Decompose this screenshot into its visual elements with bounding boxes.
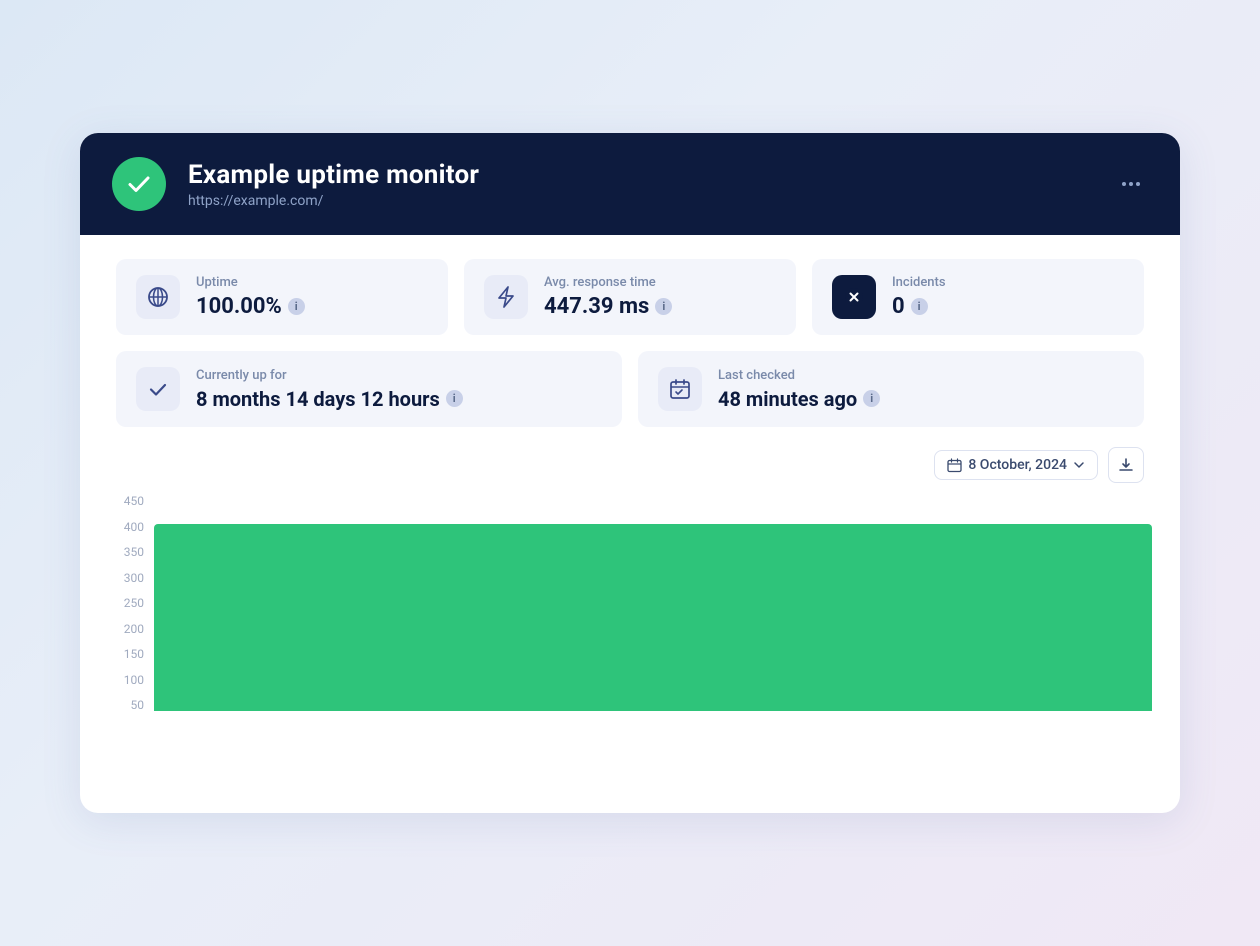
last-checked-label: Last checked bbox=[718, 368, 880, 383]
download-icon bbox=[1118, 457, 1134, 473]
response-card: Avg. response time 447.39 ms i bbox=[464, 259, 796, 335]
y-label-300: 300 bbox=[124, 572, 144, 584]
x-circle-icon bbox=[843, 286, 865, 308]
last-checked-card: Last checked 48 minutes ago i bbox=[638, 351, 1144, 427]
y-label-150: 150 bbox=[124, 648, 144, 660]
calendar-icon bbox=[669, 378, 691, 400]
response-value-row: 447.39 ms i bbox=[544, 294, 672, 319]
incidents-value: 0 bbox=[892, 294, 905, 319]
date-selector-button[interactable]: 8 October, 2024 bbox=[934, 450, 1098, 480]
uptime-info-icon[interactable]: i bbox=[288, 298, 305, 315]
status-check-icon bbox=[112, 157, 166, 211]
incidents-info-icon[interactable]: i bbox=[911, 298, 928, 315]
xcircle-icon-wrap bbox=[832, 275, 876, 319]
monitor-title: Example uptime monitor bbox=[188, 160, 1114, 190]
y-label-200: 200 bbox=[124, 623, 144, 635]
y-label-50: 50 bbox=[131, 699, 145, 711]
response-info: Avg. response time 447.39 ms i bbox=[544, 275, 672, 319]
last-checked-info-icon[interactable]: i bbox=[863, 390, 880, 407]
status-row: Currently up for 8 months 14 days 12 hou… bbox=[80, 335, 1180, 427]
globe-icon-wrap bbox=[136, 275, 180, 319]
bolt-icon bbox=[495, 285, 517, 309]
incidents-card: Incidents 0 i bbox=[812, 259, 1144, 335]
calendar-small-icon bbox=[947, 458, 962, 473]
y-label-350: 350 bbox=[124, 546, 144, 558]
uptime-value-row: 100.00% i bbox=[196, 294, 305, 319]
uptime-value: 100.00% bbox=[196, 294, 282, 319]
y-label-400: 400 bbox=[124, 521, 144, 533]
globe-icon bbox=[146, 285, 170, 309]
chart-area: 450 400 350 300 250 200 150 100 50 bbox=[80, 491, 1180, 735]
bolt-icon-wrap bbox=[484, 275, 528, 319]
uptime-duration-label: Currently up for bbox=[196, 368, 463, 383]
stats-row: Uptime 100.00% i Avg. response time 447.… bbox=[80, 235, 1180, 335]
uptime-card: Uptime 100.00% i bbox=[116, 259, 448, 335]
y-axis: 450 400 350 300 250 200 150 100 50 bbox=[108, 491, 144, 711]
checkmark-icon bbox=[147, 378, 169, 400]
incidents-label: Incidents bbox=[892, 275, 946, 290]
y-label-250: 250 bbox=[124, 597, 144, 609]
uptime-info: Uptime 100.00% i bbox=[196, 275, 305, 319]
chart-controls: 8 October, 2024 bbox=[80, 427, 1180, 491]
uptime-duration-info-icon[interactable]: i bbox=[446, 390, 463, 407]
last-checked-value: 48 minutes ago bbox=[718, 387, 857, 411]
header-text-block: Example uptime monitor https://example.c… bbox=[188, 160, 1114, 209]
response-info-icon[interactable]: i bbox=[655, 298, 672, 315]
selected-date: 8 October, 2024 bbox=[968, 457, 1067, 473]
y-label-450: 450 bbox=[124, 495, 144, 507]
response-value: 447.39 ms bbox=[544, 294, 649, 319]
y-label-100: 100 bbox=[124, 674, 144, 686]
monitor-url: https://example.com/ bbox=[188, 193, 1114, 209]
incidents-value-row: 0 i bbox=[892, 294, 946, 319]
uptime-duration-card: Currently up for 8 months 14 days 12 hou… bbox=[116, 351, 622, 427]
chart-bar-area bbox=[154, 491, 1152, 711]
more-options-button[interactable] bbox=[1114, 178, 1148, 190]
last-checked-value-row: 48 minutes ago i bbox=[718, 387, 880, 411]
monitor-header: Example uptime monitor https://example.c… bbox=[80, 133, 1180, 235]
chevron-down-icon bbox=[1073, 459, 1085, 471]
response-bar bbox=[154, 524, 1152, 711]
calendar-icon-wrap bbox=[658, 367, 702, 411]
uptime-duration-value: 8 months 14 days 12 hours bbox=[196, 387, 440, 411]
last-checked-info: Last checked 48 minutes ago i bbox=[718, 368, 880, 411]
checkmark-icon-wrap bbox=[136, 367, 180, 411]
download-button[interactable] bbox=[1108, 447, 1144, 483]
response-label: Avg. response time bbox=[544, 275, 672, 290]
uptime-duration-value-row: 8 months 14 days 12 hours i bbox=[196, 387, 463, 411]
incidents-info: Incidents 0 i bbox=[892, 275, 946, 319]
uptime-label: Uptime bbox=[196, 275, 305, 290]
uptime-duration-info: Currently up for 8 months 14 days 12 hou… bbox=[196, 368, 463, 411]
main-card: Example uptime monitor https://example.c… bbox=[80, 133, 1180, 813]
